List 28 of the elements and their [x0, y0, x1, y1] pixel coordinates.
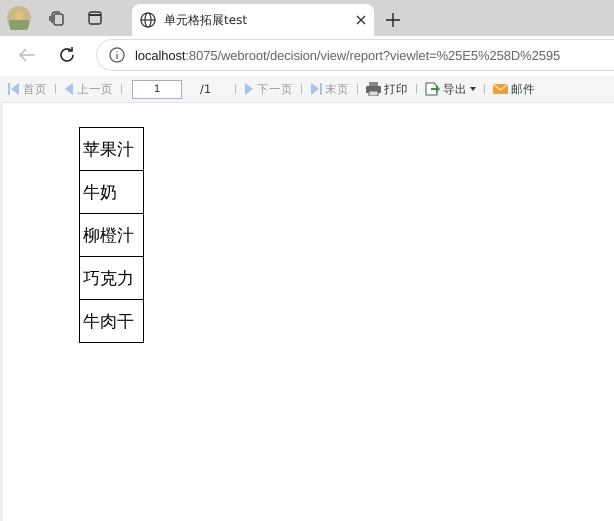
page-total: /1	[200, 82, 212, 96]
table-cell: 牛肉干	[80, 300, 144, 342]
table-cell: 牛奶	[80, 170, 144, 214]
last-page-icon	[310, 82, 322, 96]
previous-icon	[64, 82, 74, 96]
table-cell: 巧克力	[80, 256, 144, 300]
first-page-icon	[8, 82, 20, 96]
refresh-icon[interactable]	[58, 46, 76, 64]
new-tab-icon[interactable]	[385, 12, 401, 28]
close-icon[interactable]	[356, 15, 366, 25]
export-button[interactable]: 导出	[423, 78, 478, 100]
info-icon[interactable]	[109, 47, 125, 63]
print-button[interactable]: 打印	[364, 78, 410, 100]
page-number-field[interactable]: 1	[132, 80, 182, 98]
printer-icon	[366, 82, 382, 96]
table-cell: 苹果汁	[80, 128, 144, 170]
caret-icon	[470, 87, 476, 91]
table-cell: 柳橙汁	[80, 214, 144, 256]
export-document-icon	[425, 82, 440, 96]
url-text: localhost:8075/webroot/decision/view/report?viewlet=%25E5%258D%2595	[135, 48, 560, 62]
next-icon	[244, 82, 254, 96]
collections-icon[interactable]	[49, 10, 65, 26]
browser-tab[interactable]: 单元格拓展test	[132, 4, 374, 36]
globe-icon	[140, 12, 156, 28]
mail-button[interactable]: 邮件	[491, 78, 538, 100]
envelope-icon	[493, 82, 508, 96]
tab-actions-icon[interactable]	[87, 10, 103, 26]
address-bar[interactable]: localhost:8075/webroot/decision/view/report?viewlet=%25E5%258D%2595	[96, 39, 614, 71]
